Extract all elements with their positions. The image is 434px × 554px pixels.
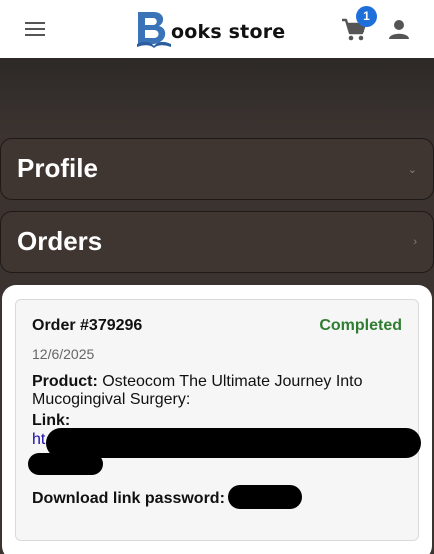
chevron-down-icon: ⌄ — [407, 164, 417, 176]
order-number: Order #379296 — [32, 317, 143, 334]
order-product: Product: Osteocom The Ultimate Journey I… — [32, 373, 402, 409]
book-logo-icon — [137, 12, 171, 48]
order-card: Order #379296 Completed 12/6/2025 Produc… — [15, 299, 421, 541]
top-app-bar: ooks store 1 — [0, 0, 434, 58]
product-label: Product: — [32, 373, 98, 390]
cart-count-badge: 1 — [356, 6, 377, 27]
password-label: Download link password: — [32, 490, 225, 507]
hamburger-menu-icon[interactable] — [25, 19, 45, 39]
chevron-right-icon: › — [413, 236, 417, 248]
orders-accordion-title: Orders — [17, 226, 103, 256]
hero-banner — [0, 58, 434, 138]
download-link[interactable]: ht — [32, 431, 45, 449]
profile-accordion[interactable]: Profile ⌄ — [0, 138, 434, 200]
brand-logo[interactable]: ooks store — [135, 10, 285, 48]
orders-accordion[interactable]: Orders › — [0, 211, 434, 273]
redaction-mark — [28, 453, 103, 475]
brand-name: ooks store — [171, 21, 286, 43]
order-date: 12/6/2025 — [32, 346, 95, 362]
redaction-mark — [46, 428, 421, 458]
redaction-mark — [228, 485, 302, 509]
profile-accordion-title: Profile — [17, 153, 98, 183]
user-account-icon[interactable] — [388, 18, 410, 40]
order-status-badge: Completed — [319, 317, 402, 334]
